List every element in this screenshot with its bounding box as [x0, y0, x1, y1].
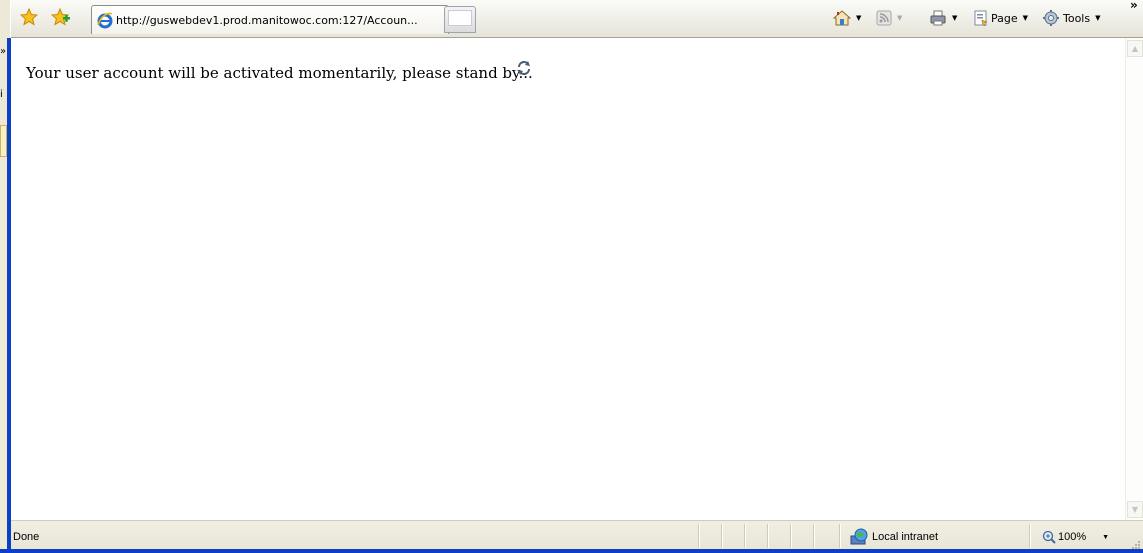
home-icon — [833, 10, 851, 26]
print-button[interactable]: ▼ — [929, 8, 957, 28]
home-button[interactable]: ▼ — [833, 8, 861, 28]
tools-menu[interactable]: Tools ▼ — [1042, 8, 1101, 28]
scroll-up-button[interactable]: ▲ — [1127, 40, 1143, 57]
gear-icon — [1043, 10, 1059, 26]
vertical-scrollbar[interactable]: ▲ ▼ — [1125, 38, 1143, 520]
activation-message: Your user account will be activated mome… — [26, 64, 533, 82]
chevron-down-icon: ▼ — [1022, 14, 1029, 22]
feeds-icon — [876, 10, 892, 26]
zone-label: Local intranet — [872, 531, 939, 543]
chevron-down-icon[interactable]: ▼ — [952, 14, 957, 22]
page-menu[interactable]: Page ▼ — [973, 8, 1028, 28]
status-separator — [744, 524, 746, 548]
status-separator — [839, 524, 841, 548]
window-border-bottom — [0, 549, 1143, 553]
chevron-down-icon[interactable]: ▼ — [897, 14, 902, 22]
page-icon — [974, 10, 988, 27]
ie-logo-icon — [96, 11, 114, 29]
tools-menu-label: Tools — [1063, 11, 1091, 25]
zoom-icon — [1042, 530, 1056, 544]
status-separator — [767, 524, 769, 548]
security-zone[interactable]: Local intranet — [849, 526, 938, 548]
favorites-star-icon[interactable] — [19, 7, 39, 27]
tab-title: http://guswebdev1.prod.manitowoc.com:127… — [116, 13, 418, 27]
status-separator — [813, 524, 815, 548]
new-tab-button[interactable] — [444, 6, 476, 33]
add-to-favorites-icon[interactable] — [51, 7, 71, 27]
background-window-fragment — [0, 125, 7, 157]
page-menu-label: Page — [991, 11, 1018, 25]
scroll-down-button[interactable]: ▼ — [1127, 501, 1143, 518]
toolbar-overflow-chevron-icon[interactable]: » — [1130, 0, 1138, 12]
chevron-down-icon[interactable]: ▼ — [1102, 534, 1109, 541]
status-separator — [790, 524, 792, 548]
background-window-fragment: i — [0, 89, 3, 100]
status-separator — [698, 524, 700, 548]
chevron-down-icon: ▼ — [1095, 14, 1101, 22]
background-window-fragment: » — [0, 46, 7, 57]
page-content: Your user account will be activated mome… — [11, 38, 1125, 520]
zoom-level: 100% — [1058, 531, 1087, 543]
browser-toolbar: http://guswebdev1.prod.manitowoc.com:127… — [11, 0, 1143, 38]
globe-icon — [850, 528, 868, 545]
tab-current[interactable]: http://guswebdev1.prod.manitowoc.com:127… — [91, 5, 449, 34]
feeds-button[interactable]: ▼ — [876, 8, 902, 28]
status-separator — [1029, 524, 1031, 548]
status-separator — [721, 524, 723, 548]
status-text: Done — [13, 531, 40, 543]
zoom-control[interactable]: 100% ▼ — [1042, 526, 1109, 548]
loading-spinner-icon — [518, 61, 530, 75]
chevron-down-icon[interactable]: ▼ — [856, 14, 861, 22]
print-icon — [930, 10, 946, 26]
